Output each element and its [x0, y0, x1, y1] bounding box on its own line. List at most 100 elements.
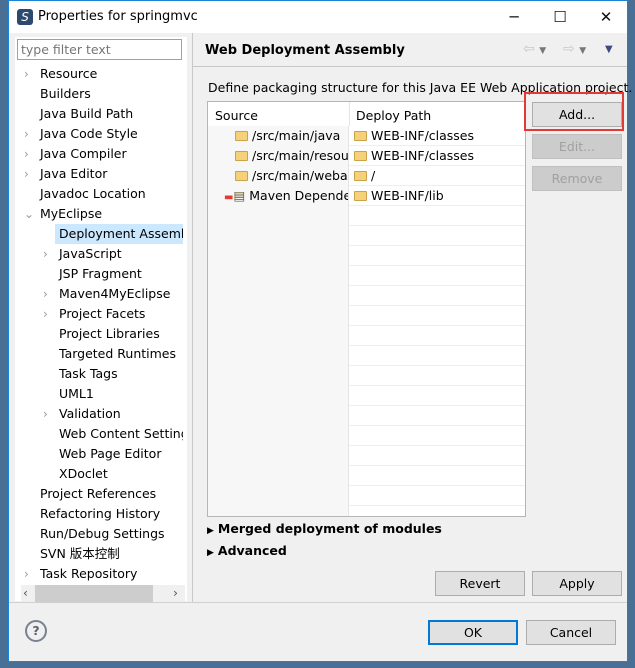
deploy-path-cell: [350, 426, 525, 446]
tree-item[interactable]: Javadoc Location: [36, 184, 183, 204]
empty-row: [208, 466, 525, 486]
column-divider[interactable]: [349, 102, 350, 126]
folder-icon: [354, 171, 367, 181]
expand-icon[interactable]: ▶: [207, 548, 214, 558]
empty-row: [208, 306, 525, 326]
tree-item[interactable]: Resource: [36, 64, 183, 84]
apply-button[interactable]: Apply: [532, 571, 622, 596]
advanced-label: Advanced: [217, 543, 287, 558]
path-text: WEB-INF/lib: [371, 188, 444, 203]
tree-item[interactable]: Java Build Path: [36, 104, 183, 124]
expand-icon[interactable]: ›: [43, 287, 53, 301]
footer-divider: [9, 602, 627, 603]
expand-icon[interactable]: ›: [43, 247, 53, 261]
scroll-right-icon[interactable]: ›: [173, 585, 178, 600]
table-row[interactable]: /src/main/java WEB-INF/classes: [208, 126, 525, 146]
source-text: /src/main/java: [252, 128, 341, 143]
advanced-section[interactable]: ▶ Advanced: [207, 543, 287, 558]
collapse-icon[interactable]: ⌄: [24, 207, 34, 221]
tree-item[interactable]: Task Repository: [36, 564, 183, 584]
tree-item[interactable]: Run/Debug Settings: [36, 524, 183, 544]
sort-indicator-icon: ^: [274, 101, 283, 109]
expand-icon[interactable]: ›: [24, 147, 34, 161]
tree-item[interactable]: Task Tags: [55, 364, 183, 384]
expand-icon[interactable]: ›: [43, 407, 53, 421]
tree-item[interactable]: Deployment Assembl: [55, 224, 183, 244]
merged-section[interactable]: ▶ Merged deployment of modules: [207, 521, 442, 536]
column-header-deploy-path[interactable]: Deploy Path: [356, 108, 431, 123]
help-icon[interactable]: ?: [25, 620, 47, 642]
expand-icon[interactable]: ›: [24, 167, 34, 181]
back-icon[interactable]: ⇦ ▼: [523, 41, 546, 57]
source-cell: /src/main/webapp: [208, 166, 349, 186]
edit-button[interactable]: Edit...: [532, 134, 622, 159]
deploy-path-cell: [350, 366, 525, 386]
source-cell: [208, 426, 349, 446]
tree-item[interactable]: Project Facets: [55, 304, 183, 324]
forward-icon[interactable]: ⇨ ▼: [563, 41, 586, 57]
table-row[interactable]: ▬▤ Maven Dependencies WEB-INF/lib: [208, 186, 525, 206]
cancel-button[interactable]: Cancel: [526, 620, 616, 645]
scroll-left-icon[interactable]: ‹: [23, 585, 28, 600]
source-cell: [208, 506, 349, 516]
folder-icon: [235, 151, 248, 161]
tree-item[interactable]: JSP Fragment: [55, 264, 183, 284]
expand-icon[interactable]: ›: [43, 307, 53, 321]
library-icon: ▬▤: [224, 188, 246, 203]
tree-item[interactable]: Java Editor: [36, 164, 183, 184]
tree-item[interactable]: MyEclipse: [36, 204, 183, 224]
tree-item[interactable]: Project Libraries: [55, 324, 183, 344]
expand-icon[interactable]: ›: [24, 567, 34, 581]
deploy-path-cell: WEB-INF/classes: [350, 126, 525, 146]
expand-icon[interactable]: ›: [24, 67, 34, 81]
source-cell: [208, 246, 349, 266]
close-button[interactable]: ✕: [583, 1, 629, 33]
tree-item[interactable]: Java Compiler: [36, 144, 183, 164]
filter-input[interactable]: [17, 39, 182, 60]
tree-item[interactable]: Maven4MyEclipse: [55, 284, 183, 304]
app-logo-icon: S: [17, 9, 33, 25]
tree-item[interactable]: Web Content Settings: [55, 424, 183, 444]
empty-row: [208, 286, 525, 306]
folder-icon: [354, 131, 367, 141]
table-row[interactable]: /src/main/webapp /: [208, 166, 525, 186]
maximize-button[interactable]: ☐: [537, 1, 583, 33]
remove-button[interactable]: Remove: [532, 166, 622, 191]
tree-item[interactable]: Targeted Runtimes: [55, 344, 183, 364]
deploy-path-cell: WEB-INF/classes: [350, 146, 525, 166]
tree-item[interactable]: XDoclet: [55, 464, 183, 484]
tree-item[interactable]: Builders: [36, 84, 183, 104]
expand-icon[interactable]: ›: [24, 127, 34, 141]
table-row[interactable]: /src/main/resources WEB-INF/classes: [208, 146, 525, 166]
deploy-path-cell: [350, 446, 525, 466]
tree-item[interactable]: Validation: [55, 404, 183, 424]
minimize-button[interactable]: ─: [491, 1, 537, 33]
folder-icon: [354, 151, 367, 161]
view-menu-icon[interactable]: ▼: [605, 44, 613, 55]
tree-item[interactable]: Project References: [36, 484, 183, 504]
source-cell: ▬▤ Maven Dependencies: [208, 186, 349, 206]
expand-icon[interactable]: ▶: [207, 526, 214, 536]
tree-item[interactable]: Refactoring History: [36, 504, 183, 524]
folder-icon: [235, 131, 248, 141]
source-cell: [208, 326, 349, 346]
assembly-table: ^ Source Deploy Path /src/main/java WEB-I…: [207, 101, 526, 517]
deploy-path-cell: WEB-INF/lib: [350, 186, 525, 206]
horizontal-scrollbar[interactable]: ‹ ›: [21, 585, 185, 602]
tree-item[interactable]: SVN 版本控制: [36, 544, 183, 564]
tree-item[interactable]: Java Code Style: [36, 124, 183, 144]
folder-icon: [235, 171, 248, 181]
add-button[interactable]: Add...: [532, 102, 622, 127]
scroll-thumb[interactable]: [35, 585, 153, 602]
tree-item[interactable]: Web Page Editor: [55, 444, 183, 464]
splitter[interactable]: [192, 33, 193, 602]
empty-row: [208, 506, 525, 516]
tree-item[interactable]: UML1: [55, 384, 183, 404]
window-title: Properties for springmvc: [38, 9, 198, 24]
tree-item[interactable]: JavaScript: [55, 244, 183, 264]
revert-button[interactable]: Revert: [435, 571, 525, 596]
column-header-source[interactable]: Source: [215, 108, 258, 123]
ok-button[interactable]: OK: [428, 620, 518, 645]
source-cell: [208, 466, 349, 486]
deploy-path-cell: [350, 486, 525, 506]
